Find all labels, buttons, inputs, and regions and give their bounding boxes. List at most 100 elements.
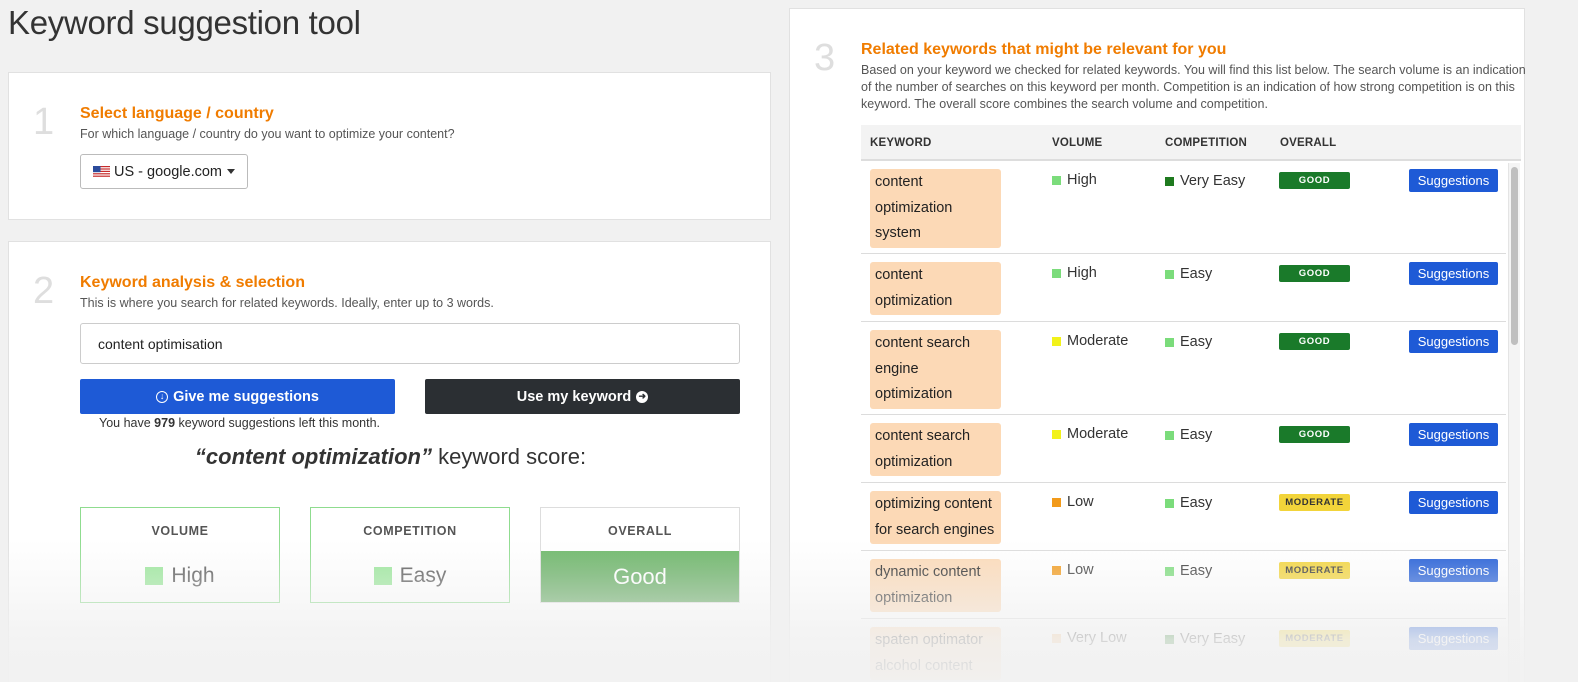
related-keywords-card: 3 Related keywords that might be relevan…: [789, 8, 1526, 682]
us-flag-icon: [93, 165, 110, 178]
volume-score-value: High: [171, 564, 215, 587]
table-row: optimizing content for search engines Low…: [861, 483, 1506, 551]
competition-indicator-dot: [1165, 176, 1174, 186]
section-description: This is where you search for related key…: [80, 296, 494, 310]
overall-badge: MODERATE: [1279, 630, 1350, 647]
section-description: For which language / country do you want…: [80, 127, 455, 141]
volume-indicator-dot: [1052, 336, 1061, 346]
competition-cell: Very Easy: [1165, 173, 1245, 189]
row-suggestions-button[interactable]: Suggestions: [1409, 330, 1498, 353]
competition-value: Easy: [1180, 427, 1213, 443]
competition-score-box: COMPETITION Easy: [310, 507, 510, 603]
give-suggestions-button[interactable]: ↓ Give me suggestions: [80, 379, 395, 414]
volume-indicator-dot: [1052, 429, 1061, 439]
row-suggestions-button[interactable]: Suggestions: [1409, 559, 1498, 582]
overall-badge: GOOD: [1279, 333, 1350, 350]
caret-down-icon: [227, 169, 235, 174]
competition-indicator-dot: [1165, 498, 1174, 508]
competition-cell: Easy: [1165, 427, 1212, 443]
row-suggestions-button[interactable]: Suggestions: [1409, 169, 1498, 192]
section-description: Based on your keyword we checked for rel…: [861, 63, 1526, 111]
keyword-cell: content search engine optimization: [870, 330, 1001, 409]
score-keyword: “content optimization”: [194, 444, 432, 469]
step-number: 1: [33, 101, 55, 143]
volume-indicator-dot: [1052, 565, 1061, 575]
section-title: Select language / country: [80, 105, 274, 122]
competition-value: Easy: [1180, 563, 1213, 579]
overall-score-value: Good: [613, 564, 667, 589]
table-scrollbar[interactable]: [1508, 163, 1520, 682]
column-header-overall: OVERALL: [1280, 137, 1337, 149]
keyword-cell: optimizing content for search engines: [870, 491, 1001, 544]
overall-badge: MODERATE: [1279, 562, 1350, 579]
competition-indicator-dot: [1165, 269, 1174, 279]
volume-cell: Moderate: [1052, 333, 1128, 349]
table-row: content search optimization Moderate Easy G…: [861, 415, 1506, 483]
remaining-count: 979: [154, 416, 176, 430]
competition-value: Easy: [1180, 334, 1213, 350]
volume-cell: Low: [1052, 562, 1094, 578]
competition-cell: Very Easy: [1165, 631, 1245, 647]
keyword-cell: content optimization system: [870, 169, 1001, 248]
row-suggestions-button[interactable]: Suggestions: [1409, 491, 1498, 514]
volume-indicator-square: [145, 567, 164, 585]
keyword-cell: dynamic content optimization: [870, 559, 1001, 612]
table-row: content optimization High Easy GOOD Suggesti…: [861, 254, 1506, 322]
competition-value: Very Easy: [1180, 173, 1246, 189]
column-header-keyword: KEYWORD: [870, 137, 932, 149]
competition-score-label: COMPETITION: [363, 524, 457, 538]
table-body: content optimization system High Very Easy…: [861, 161, 1506, 682]
step-number: 3: [814, 37, 836, 79]
keyword-cell: spaten optimator alcohol content: [870, 627, 1001, 680]
overall-score-label: OVERALL: [608, 524, 672, 538]
volume-indicator-dot: [1052, 633, 1061, 643]
volume-cell: Moderate: [1052, 426, 1128, 442]
volume-value: Low: [1067, 562, 1094, 578]
keyword-cell: content search optimization: [870, 423, 1001, 476]
row-suggestions-button[interactable]: Suggestions: [1409, 262, 1498, 285]
arrow-circle-down-icon: ↓: [156, 390, 169, 403]
table-row: content optimization system High Very Easy…: [861, 161, 1506, 254]
competition-indicator-dot: [1165, 634, 1174, 644]
overall-badge: GOOD: [1279, 172, 1350, 189]
competition-cell: Easy: [1165, 495, 1212, 511]
column-header-competition: COMPETITION: [1165, 137, 1248, 149]
competition-indicator-square: [373, 567, 392, 585]
volume-indicator-dot: [1052, 497, 1061, 507]
volume-value: Very Low: [1067, 630, 1127, 646]
volume-cell: High: [1052, 172, 1097, 188]
volume-value: Low: [1067, 494, 1094, 510]
keyword-input[interactable]: [80, 323, 740, 364]
scrollbar-thumb[interactable]: [1511, 167, 1518, 345]
row-suggestions-button[interactable]: Suggestions: [1409, 423, 1498, 446]
overall-score-box: OVERALL Good: [540, 507, 740, 603]
volume-value: High: [1067, 265, 1097, 281]
volume-cell: Low: [1052, 494, 1094, 510]
table-row: spaten optimator alcohol content Very Low…: [861, 619, 1506, 682]
competition-indicator-dot: [1165, 337, 1174, 347]
arrow-circle-right-icon: ➜: [636, 390, 649, 403]
competition-cell: Easy: [1165, 266, 1212, 282]
language-card: 1 Select language / country For which la…: [8, 72, 771, 220]
overall-badge: GOOD: [1279, 265, 1350, 282]
competition-cell: Easy: [1165, 563, 1212, 579]
competition-value: Very Easy: [1180, 631, 1246, 647]
volume-value: High: [1067, 172, 1097, 188]
country-select[interactable]: US - google.com: [80, 154, 248, 189]
volume-indicator-dot: [1052, 268, 1061, 278]
competition-score-value: Easy: [399, 564, 447, 587]
section-title: Related keywords that might be relevant …: [861, 41, 1227, 58]
use-my-keyword-button[interactable]: Use my keyword ➜: [425, 379, 740, 414]
row-suggestions-button[interactable]: Suggestions: [1409, 627, 1498, 650]
volume-indicator-dot: [1052, 175, 1061, 185]
volume-value: Moderate: [1067, 426, 1129, 442]
use-my-keyword-label: Use my keyword: [516, 388, 632, 405]
keyword-cell: content optimization: [870, 262, 1001, 315]
volume-cell: Very Low: [1052, 630, 1127, 646]
table-header: KEYWORD VOLUME COMPETITION OVERALL: [861, 125, 1521, 161]
competition-indicator-dot: [1165, 430, 1174, 440]
volume-value: Moderate: [1067, 333, 1129, 349]
competition-cell: Easy: [1165, 334, 1212, 350]
volume-cell: High: [1052, 265, 1097, 281]
table-row: content search engine optimization Modera…: [861, 322, 1506, 415]
